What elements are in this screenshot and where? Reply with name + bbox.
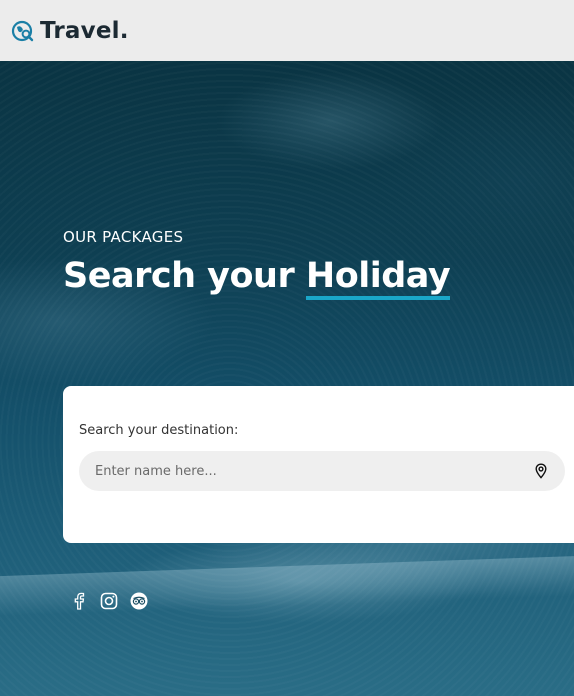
logo-text: Travel. bbox=[40, 17, 129, 44]
headline-text: Search your bbox=[63, 256, 306, 296]
social-links bbox=[69, 591, 149, 611]
destination-input[interactable] bbox=[95, 463, 533, 479]
headline-highlight: Holiday bbox=[305, 256, 451, 300]
tripadvisor-icon[interactable] bbox=[129, 591, 149, 611]
logo[interactable]: Travel. bbox=[11, 18, 129, 44]
section-eyebrow: OUR PACKAGES bbox=[63, 228, 184, 246]
hero-headline: Search your Holiday bbox=[63, 256, 451, 300]
site-header: Travel. bbox=[0, 0, 574, 61]
search-label: Search your destination: bbox=[79, 423, 239, 438]
map-pin-icon[interactable] bbox=[533, 463, 549, 479]
facebook-icon[interactable] bbox=[69, 591, 89, 611]
search-field[interactable] bbox=[79, 451, 565, 491]
instagram-icon[interactable] bbox=[99, 591, 119, 611]
search-card: Search your destination: bbox=[63, 386, 574, 543]
globe-search-icon bbox=[11, 19, 35, 43]
